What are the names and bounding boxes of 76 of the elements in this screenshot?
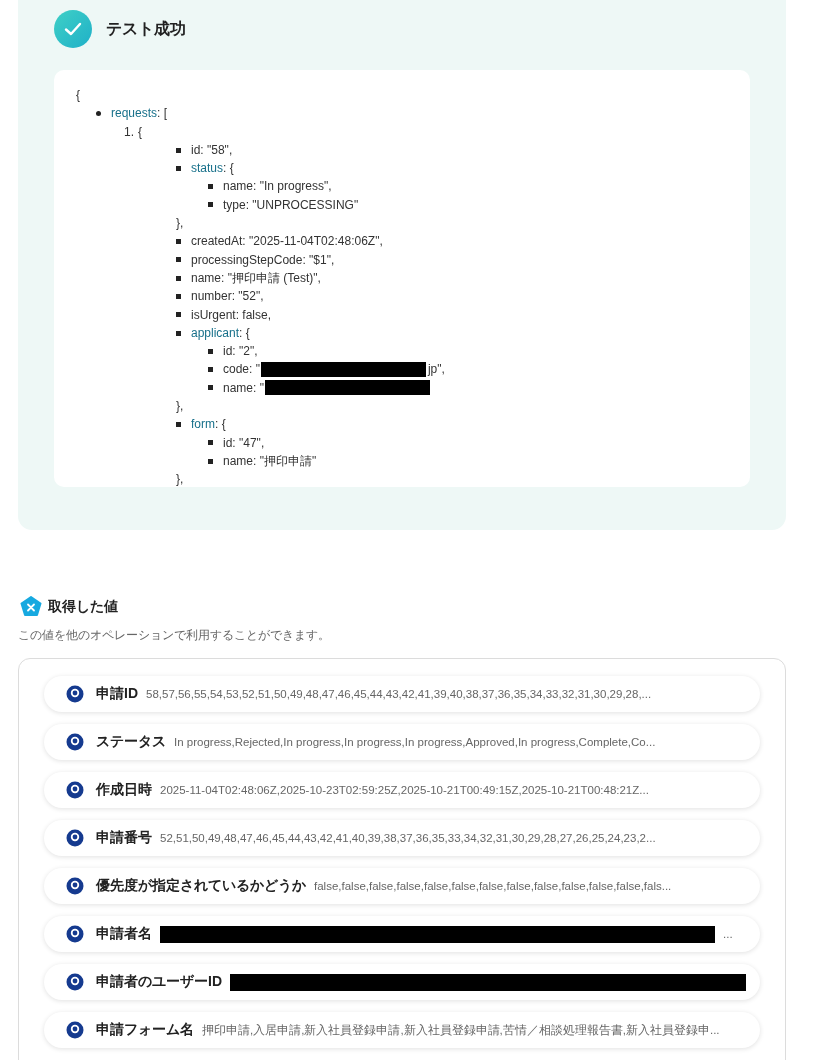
result-title: テスト成功 xyxy=(106,18,186,39)
value-text: 押印申請,入居申請,新入社員登録申請,新入社員登録申請,苦情／相談処理報告書,新入社員登録申... xyxy=(202,1022,720,1038)
json-text: id: "58", xyxy=(191,141,233,159)
value-chip[interactable]: 申請者のユーザーID xyxy=(44,964,760,1000)
value-text: ... xyxy=(723,928,733,940)
bullet-icon xyxy=(176,312,181,318)
value-text: false,false,false,false,false,false,false,false,false,false,false,false,fals... xyxy=(314,880,672,892)
json-text: processingStepCode: "$1", xyxy=(191,251,335,269)
json-text: id: "47", xyxy=(223,434,265,452)
json-text: name: "押印申請 (Test)", xyxy=(191,269,321,287)
json-text: jp", xyxy=(427,361,445,379)
bullet-icon xyxy=(176,293,181,299)
bullet-icon xyxy=(208,458,213,464)
json-text: name: "押印申請" xyxy=(223,452,317,470)
value-text: 52,51,50,49,48,47,46,45,44,43,42,41,40,39,38,37,36,35,33,34,32,31,30,29,28,27,26,25,24,23,2... xyxy=(160,832,656,844)
user-icon xyxy=(66,973,84,991)
value-label: ステータス xyxy=(96,733,166,751)
value-label: 申請番号 xyxy=(96,829,152,847)
json-text: code: " xyxy=(223,361,260,379)
json-text: status: { xyxy=(191,160,234,178)
bullet-icon xyxy=(96,110,101,116)
json-text: }, xyxy=(176,471,184,487)
value-chip[interactable]: 申請者名 ... xyxy=(44,916,760,952)
bullet-icon xyxy=(176,147,181,153)
list-number: 1. xyxy=(124,123,134,141)
value-chip[interactable]: 申請番号 52,51,50,49,48,47,46,45,44,43,42,41,40,39,38,37,36,35,33,34,32,31,30,29,28,27,26,25,24,23,2... xyxy=(44,820,760,856)
value-chip[interactable]: ステータス In progress,Rejected,In progress,In progress,In progress,Approved,In progress,Complete,Co... xyxy=(44,724,760,760)
json-text: }, xyxy=(176,215,184,233)
section-title: 取得した値 xyxy=(48,598,118,616)
json-text: createdAt: "2025-11-04T02:48:06Z", xyxy=(191,233,383,251)
bullet-icon xyxy=(176,165,181,171)
bullet-icon xyxy=(176,275,181,281)
value-chip[interactable]: 作成日時 2025-11-04T02:48:06Z,2025-10-23T02:59:25Z,2025-10-21T00:49:15Z,2025-10-21T00:48:21Z... xyxy=(44,772,760,808)
value-text: In progress,Rejected,In progress,In progress,In progress,Approved,In progress,Complete,Co... xyxy=(174,736,656,748)
bullet-icon xyxy=(176,239,181,244)
json-text: name: "In progress", xyxy=(223,178,332,196)
value-label: 申請ID xyxy=(96,685,138,703)
variable-icon xyxy=(20,596,42,618)
json-text: isUrgent: false, xyxy=(191,306,272,324)
value-chip[interactable]: 優先度が指定されているかどうか false,false,false,false,false,false,false,false,false,false,false,false,fals... xyxy=(44,868,760,904)
value-label: 申請フォーム名 xyxy=(96,1021,194,1039)
value-chip[interactable]: 申請フォーム名 押印申請,入居申請,新入社員登録申請,新入社員登録申請,苦情／相談処理報告書,新入社員登録申... xyxy=(44,1012,760,1048)
bullet-icon xyxy=(176,330,181,336)
value-text: 2025-11-04T02:48:06Z,2025-10-23T02:59:25Z,2025-10-21T00:49:15Z,2025-10-21T00:48:21Z... xyxy=(160,784,649,796)
json-text: number: "52", xyxy=(191,288,264,306)
value-chip[interactable]: 申請ID 58,57,56,55,54,53,52,51,50,49,48,47,46,45,44,43,42,41,39,40,38,37,36,35,34,33,32,31,30,29,28,... xyxy=(44,676,760,712)
user-icon xyxy=(66,781,84,799)
user-icon xyxy=(66,733,84,751)
value-text: 58,57,56,55,54,53,52,51,50,49,48,47,46,45,44,43,42,41,39,40,38,37,36,35,34,33,32,31,30,29,28,... xyxy=(146,688,652,700)
bullet-icon xyxy=(208,348,213,354)
value-label: 作成日時 xyxy=(96,781,152,799)
user-icon xyxy=(66,877,84,895)
json-text: { xyxy=(76,87,81,104)
user-icon xyxy=(66,685,84,703)
user-icon xyxy=(66,1021,84,1039)
json-text: }, xyxy=(176,398,184,416)
json-text: type: "UNPROCESSING" xyxy=(223,196,359,214)
bullet-icon xyxy=(208,440,213,446)
user-icon xyxy=(66,829,84,847)
bullet-icon xyxy=(208,184,213,190)
json-text: name: " xyxy=(223,379,264,397)
section-description: この値を他のオペレーションで利用することができます。 xyxy=(18,627,331,644)
json-text: id: "2", xyxy=(223,343,258,361)
value-label: 申請者のユーザーID xyxy=(96,973,222,991)
bullet-icon xyxy=(176,422,181,427)
bullet-icon xyxy=(208,202,213,208)
value-label: 優先度が指定されているかどうか xyxy=(96,877,306,895)
user-icon xyxy=(66,925,84,943)
value-label: 申請者名 xyxy=(96,925,152,943)
json-text: requests: [ xyxy=(111,105,168,123)
json-text: { xyxy=(138,123,143,141)
bullet-icon xyxy=(208,385,213,391)
bullet-icon xyxy=(176,257,181,263)
bullet-icon xyxy=(208,367,213,373)
json-text: form: { xyxy=(191,416,226,434)
json-text: applicant: { xyxy=(191,324,250,342)
